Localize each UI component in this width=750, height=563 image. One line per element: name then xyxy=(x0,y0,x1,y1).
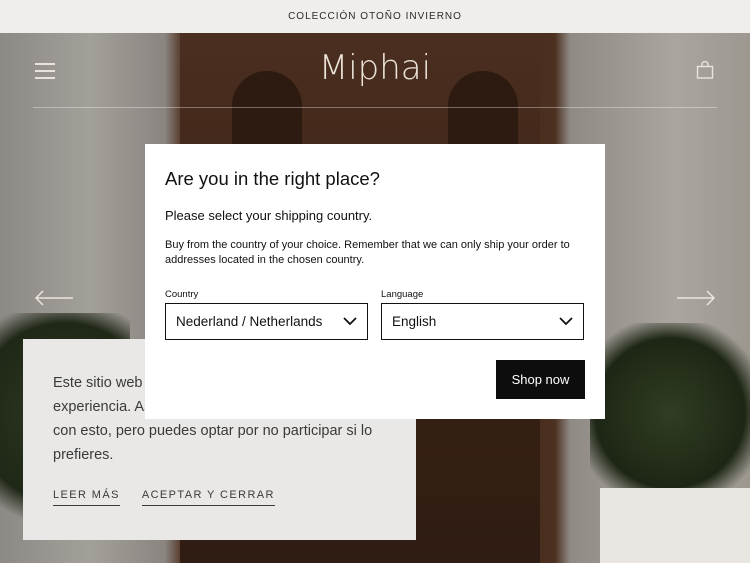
language-select-value: English xyxy=(392,314,437,329)
chevron-down-icon xyxy=(343,317,357,326)
country-label: Country xyxy=(165,289,199,300)
language-select[interactable]: English xyxy=(381,303,584,340)
announcement-text: COLECCIÓN OTOÑO INVIERNO xyxy=(288,11,462,22)
arrow-left-icon[interactable] xyxy=(34,290,74,306)
country-selector-modal: Are you in the right place? Please selec… xyxy=(145,144,605,419)
modal-description: Buy from the country of your choice. Rem… xyxy=(165,239,570,266)
read-more-link[interactable]: LEER MÁS xyxy=(53,489,120,506)
arrow-right-icon[interactable] xyxy=(676,290,716,306)
country-field: Country Nederland / Netherlands xyxy=(165,289,368,340)
planter-box xyxy=(600,488,750,563)
language-label: Language xyxy=(381,289,424,300)
modal-subtitle: Please select your shipping country. xyxy=(165,208,373,223)
header-divider xyxy=(33,107,717,108)
language-field: Language English xyxy=(381,289,584,340)
shopping-bag-icon[interactable] xyxy=(696,60,714,79)
hamburger-menu-icon[interactable] xyxy=(35,63,55,79)
country-select[interactable]: Nederland / Netherlands xyxy=(165,303,368,340)
announcement-bar: COLECCIÓN OTOÑO INVIERNO xyxy=(0,0,750,33)
chevron-down-icon xyxy=(559,317,573,326)
shop-now-button[interactable]: Shop now xyxy=(496,360,585,399)
site-logo[interactable]: Miphai xyxy=(300,48,450,88)
accept-and-close-link[interactable]: ACEPTAR Y CERRAR xyxy=(141,489,275,506)
modal-title: Are you in the right place? xyxy=(165,168,380,189)
country-select-value: Nederland / Netherlands xyxy=(176,314,323,329)
